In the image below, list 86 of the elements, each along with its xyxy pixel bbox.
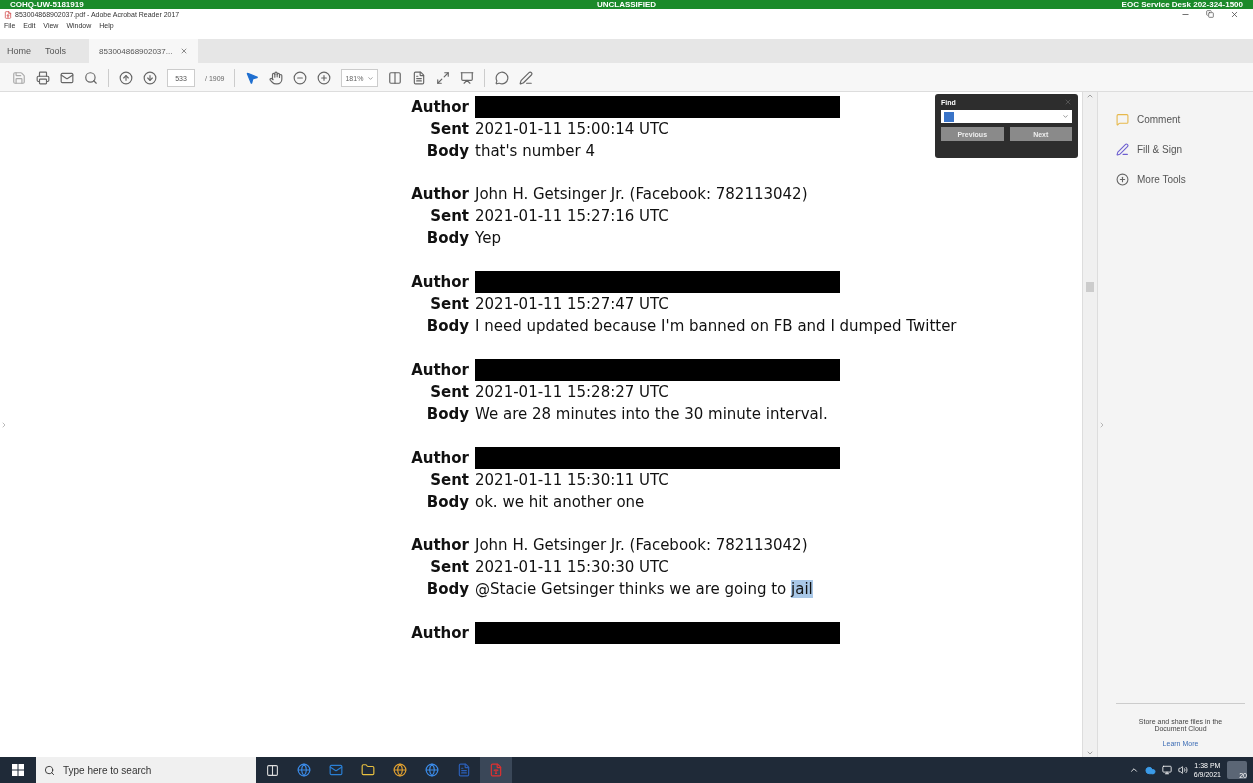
banner-text: EOC Service Desk 202-324-1500 [1120,0,1243,9]
sent-time: 2021-01-11 15:27:47 UTC [475,294,670,315]
close-tab-icon[interactable] [180,47,189,55]
tool-item[interactable]: Comment [1116,104,1245,134]
field-label: Body [425,579,469,600]
caret-icon [1062,113,1069,120]
nav-tab[interactable]: Home [0,39,38,63]
pdf-file-icon [4,10,12,19]
search-icon[interactable] [84,71,98,85]
close-icon[interactable] [1230,10,1239,19]
author-name: John H. Getsinger Jr. (Facebook: 782113042) [475,535,809,556]
plus-circle-icon [1116,172,1129,186]
zoom-out-icon[interactable] [293,71,308,85]
field-label: Sent [429,294,469,315]
message-body: I need updated because I'm banned on FB and I dumped Twitter [475,316,957,337]
hand-icon[interactable] [269,71,284,85]
sent-time: 2021-01-11 15:27:16 UTC [475,206,670,227]
field-label: Body [425,228,469,249]
sent-time: 2021-01-11 15:28:27 UTC [475,382,670,403]
scrollbar[interactable] [1082,92,1097,757]
field-label: Sent [429,557,469,578]
speech-bubble-icon [1116,112,1129,126]
nav-tab[interactable]: Tools [38,39,74,63]
comment-icon[interactable] [495,71,510,85]
banner-text: COHQ-UW-5181919 [10,0,85,9]
full-screen-icon[interactable] [436,71,451,85]
volume-icon[interactable] [1177,765,1188,775]
field-label: Sent [429,206,469,227]
field-label: Body [425,404,469,425]
globe-icon [425,763,439,777]
next-page-icon[interactable] [143,71,157,85]
author-name: John H. Getsinger Jr. (Facebook: 782113042) [475,184,809,205]
mail-icon[interactable] [60,71,74,85]
sent-time: 2021-01-11 15:30:30 UTC [475,557,670,578]
taskbar-search-field[interactable]: Type here to search [36,757,256,783]
restore-icon[interactable] [1206,10,1214,18]
tool-item[interactable]: More Tools [1116,164,1245,194]
zoom-in-icon[interactable] [317,71,332,85]
caret-icon [367,74,375,82]
message-body: Yep [475,228,502,249]
task-view-icon [265,763,279,777]
field-label: Author [410,622,469,644]
cloud-icon[interactable] [1144,764,1156,776]
tool-item[interactable]: Fill & Sign [1116,134,1245,164]
pointer-icon[interactable] [245,71,260,85]
field-label: Body [425,141,469,162]
field-label: Sent [429,382,469,403]
message-body: that's number 4 [475,141,597,162]
field-label: Body [425,492,469,513]
pen-icon [1116,142,1129,156]
message-body: ok. we hit another one [475,492,646,513]
field-label: Author [410,447,469,469]
network-icon[interactable] [1161,765,1172,775]
search-icon [44,764,55,776]
field-label: Author [410,359,469,381]
document-icon [489,763,503,777]
document-tab[interactable]: 853004868902037... [89,39,199,63]
globe-icon [297,763,311,777]
tray-chevron-icon[interactable] [1128,765,1139,775]
presentation-icon[interactable] [460,71,475,85]
document-icon [457,763,471,777]
sent-time: 2021-01-11 15:30:11 UTC [475,470,670,491]
print-icon[interactable] [36,71,50,85]
windows-logo-icon[interactable] [12,764,24,776]
page-fit-icon[interactable] [412,71,427,85]
pen-icon[interactable] [519,71,534,85]
field-label: Author [410,96,469,118]
search-placeholder: Type here to search [63,764,152,776]
message-body: @Stacie Getsinger thinks we are going to jail [475,579,814,600]
message-body: We are 28 minutes into the 30 minute interval. [475,404,829,425]
field-label: Body [425,316,469,337]
folder-icon [361,763,375,777]
selection-highlight [944,111,954,122]
globe-icon [393,763,407,777]
field-label: Author [410,535,469,556]
scroll-thumb[interactable] [1086,282,1094,292]
field-label: Author [410,184,469,205]
page-layout-icon[interactable] [388,71,403,85]
envelope-icon [329,763,343,777]
field-label: Sent [429,119,469,140]
sent-time: 2021-01-11 15:00:14 UTC [475,119,670,140]
field-label: Author [410,271,469,293]
banner-text: UNCLASSIFIED [595,0,658,9]
previous-page-icon[interactable] [119,71,133,85]
find-field[interactable] [941,110,1072,123]
field-label: Sent [429,470,469,491]
